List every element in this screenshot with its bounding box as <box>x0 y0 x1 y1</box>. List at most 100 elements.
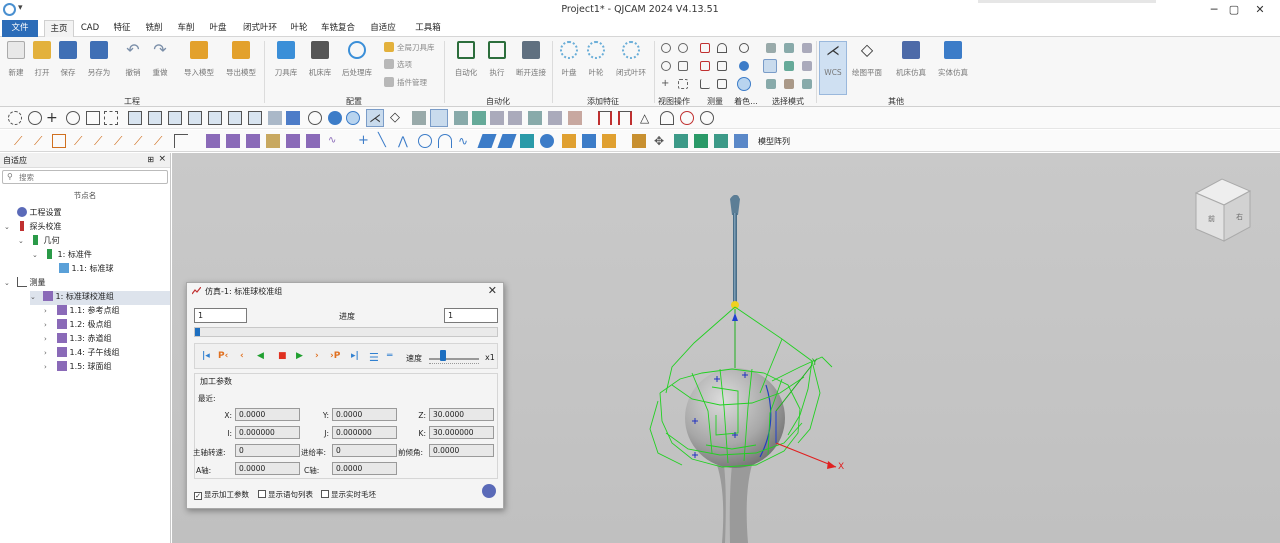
select-body-icon[interactable] <box>802 43 812 53</box>
show-params-checkbox[interactable]: ✓ 显示加工参数 <box>194 489 249 500</box>
menu-file[interactable]: 文件 <box>2 20 38 37</box>
plane-toggle-icon[interactable]: ◇ <box>390 111 404 125</box>
polyline-icon[interactable]: ⋀ <box>398 134 412 148</box>
tree-expand-icon[interactable]: ⌄ <box>4 223 14 231</box>
view-left-icon[interactable] <box>208 111 222 125</box>
closed-ring-feature-button[interactable]: 闭式叶环 <box>616 41 646 78</box>
dim-arc-icon[interactable] <box>660 111 674 125</box>
skip-end-icon[interactable]: ▸| <box>351 351 359 361</box>
transform-icon[interactable] <box>632 134 646 148</box>
dim-diameter-icon[interactable] <box>700 111 714 125</box>
select-vertex-small-icon[interactable] <box>508 111 522 125</box>
list-view-icon[interactable]: ☰ <box>369 351 379 364</box>
zoom-window-icon[interactable] <box>86 111 100 125</box>
undo-button[interactable]: ↶ 撤销 <box>118 41 148 78</box>
tree-node-meridian-group[interactable]: › 1.4: 子午线组 <box>44 347 120 361</box>
select-solid-icon[interactable] <box>784 43 794 53</box>
view-front-icon[interactable] <box>148 111 162 125</box>
select-all-icon[interactable] <box>802 79 812 89</box>
move-icon[interactable]: ✥ <box>654 134 668 148</box>
tree-search-input[interactable] <box>19 172 159 182</box>
zoom-window-icon[interactable] <box>678 61 688 71</box>
tree-collapse-icon[interactable]: › <box>44 349 54 357</box>
export-model-button[interactable]: 导出模型 <box>226 41 256 78</box>
select-edge-small-icon[interactable] <box>430 109 448 127</box>
solid-simulation-button[interactable]: 实体仿真 <box>938 41 968 78</box>
select-edge-icon[interactable] <box>763 59 777 73</box>
end-step-input[interactable]: 1 <box>444 308 498 323</box>
tree-expand-icon[interactable]: ⌄ <box>18 237 28 245</box>
settings-gear-icon[interactable] <box>482 484 496 498</box>
wireframe-shade-icon[interactable] <box>739 43 749 53</box>
tree-node-equator-group[interactable]: › 1.3: 赤道组 <box>44 333 112 347</box>
model-array-label[interactable]: 模型阵列 <box>758 136 790 147</box>
stop-icon[interactable]: ■ <box>278 351 287 361</box>
curve-extend-icon[interactable]: ⟋ <box>114 134 128 148</box>
dim-linear-icon[interactable] <box>598 111 612 125</box>
arc-icon[interactable] <box>438 134 452 148</box>
axes-toggle-icon[interactable]: ⋌ <box>366 109 384 127</box>
tool-library-button[interactable]: 刀具库 <box>271 41 301 78</box>
tree-node-geometry[interactable]: ⌄ 几何 <box>18 235 60 249</box>
orbit-icon[interactable] <box>28 111 42 125</box>
progress-handle[interactable] <box>195 328 200 336</box>
speed-slider-handle[interactable] <box>440 350 446 361</box>
menu-home[interactable]: 主页 <box>44 20 74 37</box>
view-iso2-icon[interactable] <box>268 111 282 125</box>
tree-collapse-icon[interactable]: › <box>44 321 54 329</box>
view-iso3-icon[interactable] <box>286 111 300 125</box>
plane-surface-icon[interactable] <box>477 134 497 148</box>
select-body-small-icon[interactable] <box>490 111 504 125</box>
compact-view-icon[interactable]: ═ <box>387 351 392 361</box>
measure-point-icon[interactable] <box>717 61 727 71</box>
tree-collapse-icon[interactable]: › <box>44 363 54 371</box>
plane-surface2-icon[interactable] <box>497 134 517 148</box>
rotate-icon[interactable] <box>8 111 22 125</box>
global-tool-library-button[interactable]: 全局刀具库 <box>397 42 435 53</box>
menu-toolbox[interactable]: 工具箱 <box>406 20 450 37</box>
view-iso-icon[interactable] <box>248 111 262 125</box>
impeller-feature-button[interactable]: 叶轮 <box>581 41 611 78</box>
redo-button[interactable]: ↷ 重做 <box>145 41 175 78</box>
rotate-object-icon[interactable] <box>674 134 688 148</box>
measure-angle-icon[interactable] <box>700 61 710 71</box>
box-solid-icon[interactable] <box>562 134 576 148</box>
machine-simulation-button[interactable]: 机床仿真 <box>896 41 926 78</box>
import-model-button[interactable]: 导入模型 <box>184 41 214 78</box>
select-solid-small-icon[interactable] <box>454 111 468 125</box>
execute-button[interactable]: 执行 <box>482 41 512 78</box>
view-back-icon[interactable] <box>168 111 182 125</box>
tree-node-probe-calibration[interactable]: ⌄ 探头校准 <box>4 221 62 235</box>
circle-icon[interactable] <box>418 134 432 148</box>
play-back-icon[interactable]: ◀ <box>257 351 264 361</box>
cylinder-solid-icon[interactable] <box>582 134 596 148</box>
select-region-small-icon[interactable] <box>548 111 562 125</box>
extrude-solid-icon[interactable] <box>520 134 534 148</box>
menu-mill-turn[interactable]: 车铣复合 <box>316 20 360 37</box>
skip-start-icon[interactable]: |◂ <box>202 351 210 361</box>
view-right-icon[interactable] <box>228 111 242 125</box>
step-back-icon[interactable]: ‹ <box>240 351 244 361</box>
zoom-icon[interactable] <box>66 111 80 125</box>
drawing-plane-button[interactable]: ◇ 绘图平面 <box>852 41 882 78</box>
pin-icon[interactable]: ⊞ <box>147 155 154 164</box>
tree-node-reference-point-group[interactable]: › 1.1: 参考点组 <box>44 305 120 319</box>
start-step-input[interactable]: 1 <box>194 308 247 323</box>
measure-triangle-icon[interactable] <box>700 79 710 89</box>
mirror-icon[interactable] <box>694 134 708 148</box>
measure-distance-icon[interactable] <box>700 43 710 53</box>
surface-sweep-icon[interactable] <box>246 134 260 148</box>
menu-milling[interactable]: 铣削 <box>140 20 168 37</box>
tree-collapse-icon[interactable]: › <box>44 335 54 343</box>
pan-icon[interactable]: + <box>46 111 60 125</box>
surface-net-icon[interactable] <box>306 134 320 148</box>
view-top-icon[interactable] <box>128 111 142 125</box>
progress-track[interactable] <box>194 327 498 337</box>
show-realtime-stock-checkbox[interactable]: 显示实时毛坯 <box>321 489 376 500</box>
surface-loft-icon[interactable] <box>226 134 240 148</box>
wireframe-icon[interactable] <box>308 111 322 125</box>
tree-node-standard-sphere[interactable]: 1.1: 标准球 <box>46 263 114 277</box>
rotate-view-icon[interactable] <box>661 43 671 53</box>
menu-cad[interactable]: CAD <box>76 20 104 37</box>
blisk-feature-button[interactable]: 叶盘 <box>554 41 584 78</box>
